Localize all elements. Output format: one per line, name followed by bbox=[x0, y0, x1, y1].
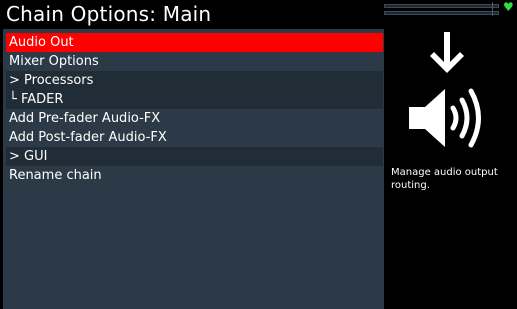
page-title: Chain Options: Main bbox=[6, 2, 212, 26]
list-item-rename-chain[interactable]: Rename chain bbox=[6, 166, 383, 185]
chain-options-list: Audio Out Mixer Options > Processors └ F… bbox=[3, 29, 384, 309]
list-item-mixer-options[interactable]: Mixer Options bbox=[6, 52, 383, 71]
level-meter-right bbox=[384, 11, 499, 15]
level-meter-left bbox=[384, 4, 499, 8]
list-item-add-post-fader-audio-fx[interactable]: Add Post-fader Audio-FX bbox=[6, 128, 383, 147]
info-description: Manage audio output routing. bbox=[391, 167, 498, 191]
info-panel: Manage audio output routing. bbox=[385, 29, 517, 309]
heart-icon: ♥ bbox=[503, 0, 514, 14]
list-item-audio-out[interactable]: Audio Out bbox=[6, 33, 383, 52]
speaker-icon bbox=[409, 88, 481, 148]
list-item-gui[interactable]: > GUI bbox=[6, 147, 383, 166]
title-bar: Chain Options: Main bbox=[0, 0, 385, 29]
down-arrow-icon bbox=[430, 32, 464, 73]
list-item-processors[interactable]: > Processors bbox=[6, 71, 383, 90]
level-meter-marker bbox=[492, 2, 493, 16]
list-item-fader[interactable]: └ FADER bbox=[6, 90, 383, 109]
list-item-add-pre-fader-audio-fx[interactable]: Add Pre-fader Audio-FX bbox=[6, 109, 383, 128]
audio-level-meter bbox=[384, 2, 500, 16]
